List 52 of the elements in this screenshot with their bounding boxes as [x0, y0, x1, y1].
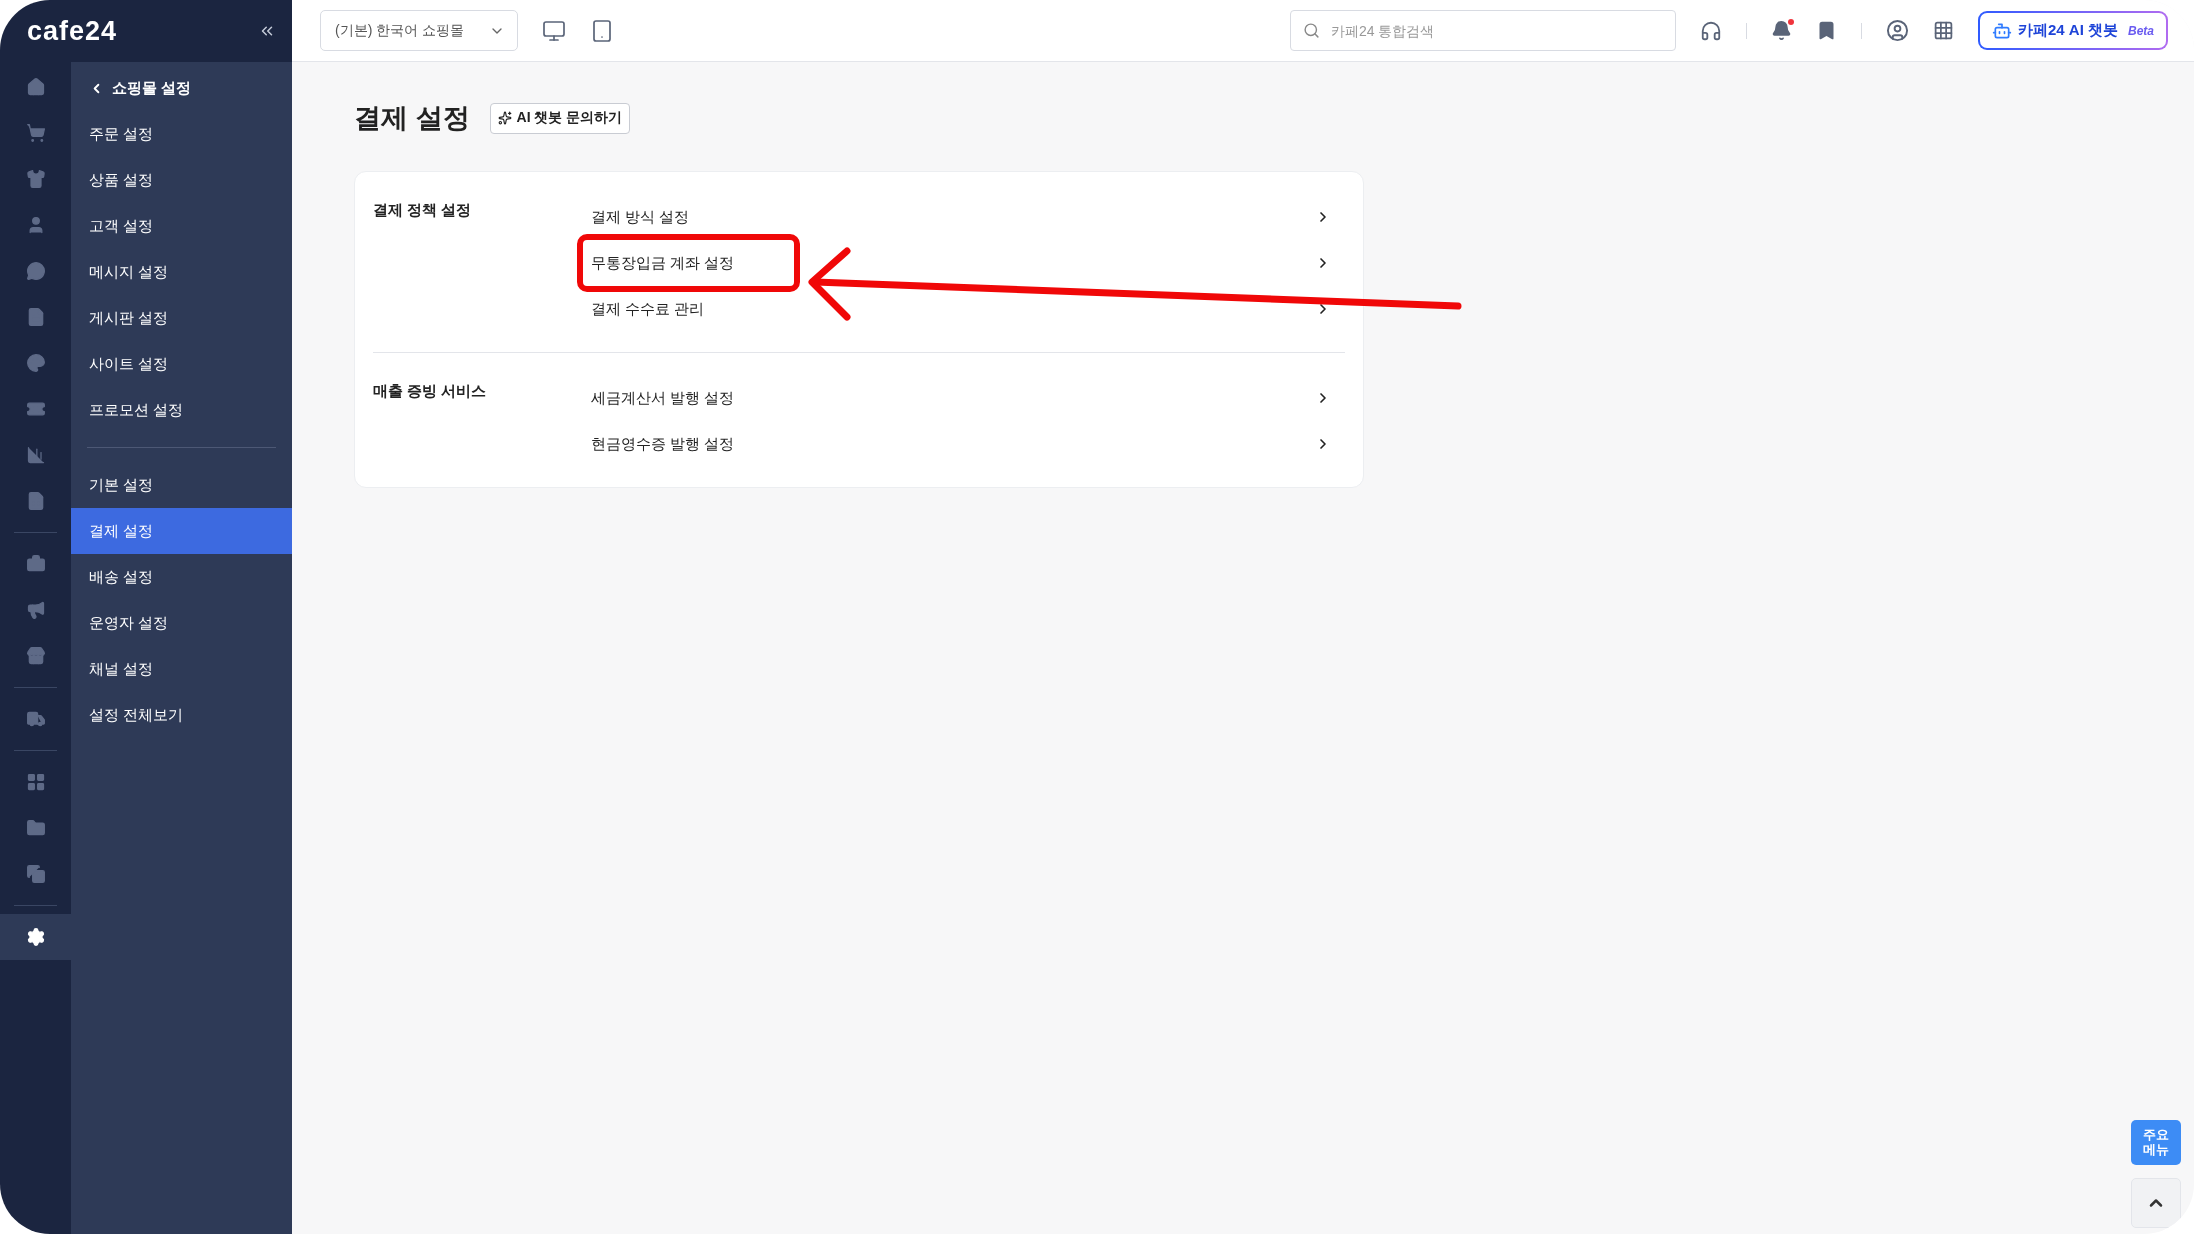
settings-link[interactable]: 현금영수증 발행 설정 [591, 421, 1345, 467]
apps-grid-icon[interactable] [1932, 20, 1954, 41]
briefcase-icon [25, 554, 46, 574]
store-select[interactable]: (기본) 한국어 쇼핑몰 [320, 10, 518, 51]
tablet-icon[interactable] [590, 18, 614, 43]
sidebar-item[interactable]: 배송 설정 [71, 554, 292, 600]
sidebar-item[interactable]: 사이트 설정 [71, 341, 292, 387]
shirt-icon [25, 169, 46, 189]
bell-icon[interactable] [1770, 20, 1792, 41]
grid-plus-icon [25, 772, 46, 792]
store-icon [25, 646, 46, 666]
cart-icon [25, 123, 46, 143]
link-label: 결제 수수료 관리 [590, 298, 706, 319]
headset-icon[interactable] [1699, 19, 1722, 42]
sidebar-item[interactable]: 결제 설정 [71, 508, 292, 554]
user-icon[interactable] [1885, 19, 1909, 42]
truck-icon [25, 709, 46, 729]
section-title: 결제 정책 설정 [373, 200, 473, 220]
sparkle-icon [497, 111, 512, 125]
sidebar-item[interactable]: 게시판 설정 [71, 295, 292, 341]
search-icon [1302, 22, 1320, 39]
sidebar-item[interactable]: 주문 설정 [71, 111, 292, 157]
megaphone-icon [25, 600, 46, 620]
sidebar-item[interactable]: 운영자 설정 [71, 600, 292, 646]
link-label: 세금계산서 발행 설정 [590, 387, 736, 408]
sidebar-item[interactable]: 채널 설정 [71, 646, 292, 692]
ai-chatbot-button[interactable]: AI 챗봇 문의하기 [489, 102, 631, 134]
highlighted-link-label: 무통장입금 계좌 설정 [577, 234, 800, 292]
link-label: 결제 방식 설정 [590, 206, 691, 227]
sidebar-item[interactable]: 프로모션 설정 [71, 387, 292, 433]
search-field[interactable]: 카페24 통합검색 [1289, 10, 1676, 51]
sidebar-item[interactable]: 고객 설정 [71, 203, 292, 249]
chatbot-button[interactable]: 카페24 AI 챗봇 Beta [1977, 11, 2168, 50]
settings-link[interactable]: 세금계산서 발행 설정 [591, 375, 1345, 421]
folder-plus-icon [25, 818, 46, 838]
home-icon [25, 77, 46, 97]
beta-label: Beta [2128, 23, 2154, 38]
chat-bubble-icon [25, 261, 46, 281]
back-link-label: 쇼핑몰 설정 [112, 78, 192, 98]
rail-item[interactable] [0, 914, 71, 960]
page-title: 결제 설정 [354, 102, 470, 135]
section-title: 매출 증빙 서비스 [373, 381, 488, 401]
back-link[interactable]: 쇼핑몰 설정 [71, 65, 292, 111]
sidebar-item[interactable]: 기본 설정 [71, 462, 292, 508]
copy-icon [25, 864, 46, 884]
palette-icon [25, 353, 46, 373]
link-label: 현금영수증 발행 설정 [590, 433, 736, 454]
sidebar-item[interactable]: 설정 전체보기 [71, 692, 292, 738]
logo[interactable]: cafe24 [27, 15, 118, 47]
monitor-icon[interactable] [542, 18, 566, 43]
sidebar-item[interactable]: 상품 설정 [71, 157, 292, 203]
sidebar-item[interactable]: 메시지 설정 [71, 249, 292, 295]
